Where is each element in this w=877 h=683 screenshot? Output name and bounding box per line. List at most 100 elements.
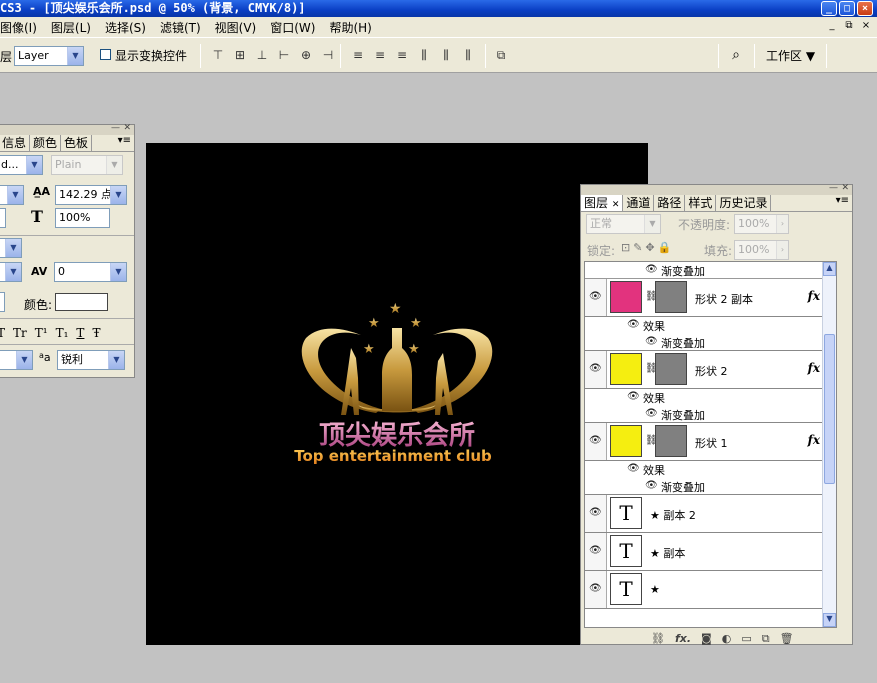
- distribute-vcenter-icon[interactable]: ≡: [372, 48, 388, 62]
- close-icon[interactable]: ✕: [612, 200, 620, 210]
- menu-view[interactable]: 视图(V): [215, 19, 257, 36]
- layer-row[interactable]: 👁 ⛓ 形状 2 副本 fx: [585, 279, 836, 317]
- eye-icon[interactable]: 👁: [589, 363, 602, 374]
- align-left-icon[interactable]: ⊢: [276, 48, 292, 62]
- eye-icon[interactable]: 👁: [589, 435, 602, 446]
- eye-icon[interactable]: 👁: [627, 463, 640, 474]
- distribute-bottom-icon[interactable]: ≡: [394, 48, 410, 62]
- maximize-button[interactable]: □: [839, 1, 855, 16]
- tab-styles[interactable]: 样式: [685, 195, 717, 211]
- font-style-dropdown[interactable]: Plain ▼: [51, 155, 123, 175]
- layer-effect-row[interactable]: 👁 渐变叠加: [585, 262, 836, 279]
- tab-paths[interactable]: 路径: [654, 195, 686, 211]
- panel-minimize-icon[interactable]: —: [111, 123, 120, 133]
- panel-menu-icon[interactable]: ▾≡: [836, 195, 852, 211]
- auto-select-dropdown[interactable]: Layer ▼: [14, 46, 84, 66]
- tab-channels[interactable]: 通道: [623, 195, 655, 211]
- doc-restore-button[interactable]: ⧉: [842, 19, 856, 33]
- scroll-up-icon[interactable]: ▲: [823, 262, 836, 276]
- distribute-right-icon[interactable]: ⫼: [460, 48, 476, 62]
- fx-icon[interactable]: fx: [808, 289, 820, 303]
- minimize-button[interactable]: _: [821, 1, 837, 16]
- distribute-top-icon[interactable]: ≡: [350, 48, 366, 62]
- new-layer-icon[interactable]: ⧉: [762, 632, 770, 646]
- doc-close-button[interactable]: ×: [859, 19, 873, 33]
- distribute-hcenter-icon[interactable]: ⫼: [438, 48, 454, 62]
- link-layers-icon[interactable]: ⛓: [651, 632, 665, 646]
- layer-row[interactable]: 👁 ⛓ 形状 1 fx: [585, 423, 836, 461]
- eye-icon[interactable]: 👁: [645, 480, 658, 491]
- fx-icon[interactable]: fx: [808, 433, 820, 447]
- panel-close-icon[interactable]: ✕: [841, 183, 849, 193]
- eye-icon[interactable]: 👁: [589, 291, 602, 302]
- strikethrough-button[interactable]: Ŧ: [92, 326, 100, 340]
- tracking-dropdown[interactable]: 0 ▼: [54, 262, 127, 282]
- menu-layer[interactable]: 图层(L): [51, 19, 91, 36]
- panel-menu-icon[interactable]: ▾≡: [118, 135, 134, 151]
- close-button[interactable]: ×: [857, 1, 873, 16]
- tab-color[interactable]: 颜色: [30, 135, 62, 151]
- auto-align-icon[interactable]: ⧉: [493, 48, 509, 62]
- layer-row[interactable]: 👁 T ★ 副本 2: [585, 495, 836, 533]
- eye-icon[interactable]: 👁: [627, 391, 640, 402]
- bridge-icon[interactable]: ⌕: [724, 44, 748, 66]
- workspace-button[interactable]: 工作区 ▼: [766, 47, 815, 64]
- blend-mode-dropdown[interactable]: 正常 ▼: [586, 214, 661, 234]
- eye-icon[interactable]: 👁: [627, 319, 640, 330]
- align-right-icon[interactable]: ⊣: [320, 48, 336, 62]
- hscale-field[interactable]: [0, 208, 6, 228]
- tab-history[interactable]: 历史记录: [716, 195, 772, 211]
- text-color-swatch[interactable]: [55, 293, 108, 311]
- font-size-dropdown[interactable]: ▼: [0, 185, 24, 205]
- eye-icon[interactable]: 👁: [645, 264, 658, 275]
- menu-filter[interactable]: 滤镜(T): [160, 19, 201, 36]
- opacity-field[interactable]: 100% ›: [734, 214, 789, 234]
- menu-select[interactable]: 选择(S): [105, 19, 146, 36]
- eye-icon[interactable]: 👁: [589, 583, 602, 594]
- antialias-dropdown[interactable]: 锐利 ▼: [57, 350, 125, 370]
- adjustment-layer-icon[interactable]: ◐: [722, 632, 732, 646]
- new-group-icon[interactable]: ▭: [741, 632, 751, 646]
- document-canvas[interactable]: ★ ★ ★ ★ ★ 顶尖娱乐会所 Top entertainment club: [146, 143, 648, 645]
- layer-effects-row[interactable]: 👁 效果: [585, 389, 836, 406]
- subscript-button[interactable]: T₁: [56, 326, 69, 340]
- eye-icon[interactable]: 👁: [645, 336, 658, 347]
- layers-scrollbar[interactable]: ▲ ▼: [822, 262, 836, 627]
- tab-swatches[interactable]: 色板: [61, 135, 93, 151]
- eye-icon[interactable]: 👁: [645, 408, 658, 419]
- align-top-icon[interactable]: ⊤: [210, 48, 226, 62]
- eye-icon[interactable]: 👁: [589, 545, 602, 556]
- panel-minimize-icon[interactable]: —: [829, 183, 838, 193]
- tab-layers[interactable]: 图层 ✕: [581, 195, 624, 211]
- menu-help[interactable]: 帮助(H): [329, 19, 371, 36]
- scroll-down-icon[interactable]: ▼: [823, 613, 836, 627]
- faux-bold-button[interactable]: T: [0, 326, 5, 340]
- layer-row[interactable]: 👁 T ★ 副本: [585, 533, 836, 571]
- layer-effects-row[interactable]: 👁 效果: [585, 317, 836, 334]
- layer-effect-row[interactable]: 👁 渐变叠加: [585, 334, 836, 351]
- tab-info[interactable]: 信息: [0, 135, 31, 151]
- vertical-scale-field[interactable]: 100%: [55, 208, 110, 228]
- all-caps-button[interactable]: Tr: [13, 326, 27, 340]
- fx-icon[interactable]: fx: [808, 361, 820, 375]
- language-dropdown[interactable]: ▼: [0, 350, 33, 370]
- underline-button[interactable]: T: [76, 326, 84, 340]
- distribute-left-icon[interactable]: ⫼: [416, 48, 432, 62]
- delete-layer-icon[interactable]: 🗑: [780, 632, 794, 646]
- doc-minimize-button[interactable]: _: [825, 19, 839, 33]
- add-mask-icon[interactable]: ◙: [701, 632, 712, 646]
- layer-effects-row[interactable]: 👁 效果: [585, 461, 836, 478]
- superscript-button[interactable]: T¹: [35, 326, 48, 340]
- baseline-shift-field[interactable]: [0, 292, 5, 312]
- align-vcenter-icon[interactable]: ⊞: [232, 48, 248, 62]
- baseline-dropdown[interactable]: ▼: [0, 262, 22, 282]
- kerning-dropdown[interactable]: ▼: [0, 238, 22, 258]
- menu-window[interactable]: 窗口(W): [270, 19, 315, 36]
- eye-icon[interactable]: 👁: [589, 507, 602, 518]
- align-bottom-icon[interactable]: ⊥: [254, 48, 270, 62]
- panel-close-icon[interactable]: ✕: [123, 123, 131, 133]
- layer-row[interactable]: 👁 ⛓ 形状 2 fx: [585, 351, 836, 389]
- layer-row[interactable]: 👁 T ★: [585, 571, 836, 609]
- align-hcenter-icon[interactable]: ⊕: [298, 48, 314, 62]
- font-family-dropdown[interactable]: d... ▼: [0, 155, 43, 175]
